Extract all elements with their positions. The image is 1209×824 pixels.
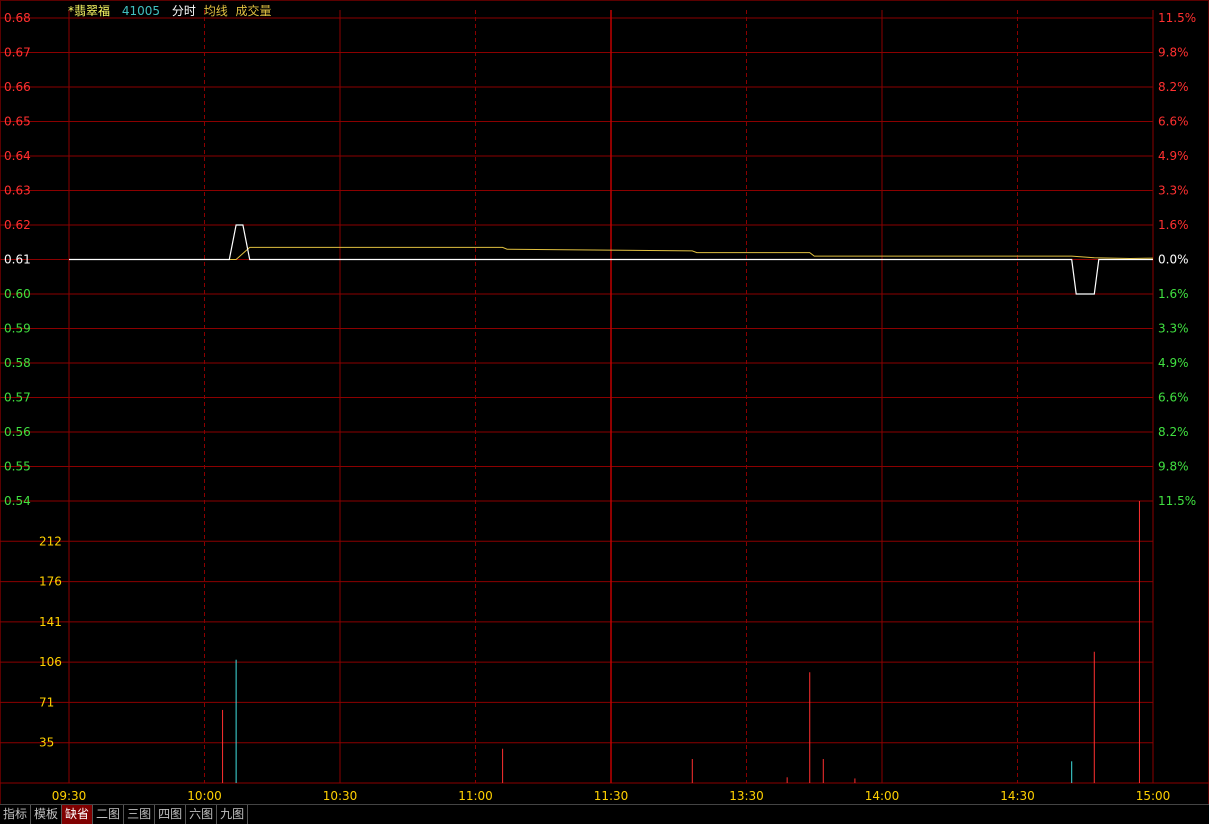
percent-tick-label: 1.6% (1158, 218, 1189, 232)
tab-three-panes[interactable]: 三图 (124, 805, 156, 824)
volume-tick-label: 212 (39, 534, 62, 548)
percent-tick-label: 4.9% (1158, 356, 1189, 370)
price-tick-label: 0.66 (4, 80, 31, 94)
price-tick-label: 0.61 (4, 253, 31, 267)
intraday-chart[interactable]: 0.68 11.5% 0.67 9.8% 0.66 8.2% 0.65 6.6% 0.64 4.9… (0, 0, 1209, 804)
view-tab-bar: 指标 模板 缺省 二图 三图 四图 六图 九图 (0, 804, 1209, 824)
percent-tick-label: 3.3% (1158, 184, 1189, 198)
volume-tick-label: 35 (39, 736, 54, 750)
time-tick-label: 11:00 (458, 789, 493, 803)
percent-tick-label: 8.2% (1158, 80, 1189, 94)
percent-tick-label: 8.2% (1158, 425, 1189, 439)
percent-tick-label: 3.3% (1158, 322, 1189, 336)
time-tick-label: 13:30 (729, 789, 764, 803)
label-volume: 成交量 (235, 4, 272, 18)
price-tick-label: 0.60 (4, 287, 31, 301)
time-tick-label: 14:30 (1000, 789, 1035, 803)
percent-tick-label: 11.5% (1158, 11, 1196, 25)
price-tick-label: 0.65 (4, 115, 31, 129)
price-tick-label: 0.63 (4, 184, 31, 198)
price-tick-label: 0.67 (4, 46, 31, 60)
time-tick-label: 09:30 (52, 789, 87, 803)
price-tick-label: 0.59 (4, 322, 31, 336)
label-intraday: 分时 (171, 4, 196, 18)
label-avg-line: 均线 (203, 4, 228, 18)
price-tick-label: 0.62 (4, 218, 31, 232)
tab-four-panes[interactable]: 四图 (155, 805, 187, 824)
volume-tick-label: 71 (39, 695, 54, 709)
time-tick-label: 14:00 (865, 789, 900, 803)
tab-indicator[interactable]: 指标 (0, 805, 32, 824)
percent-tick-label: 4.9% (1158, 149, 1189, 163)
tab-default[interactable]: 缺省 (62, 805, 94, 824)
percent-tick-label: 1.6% (1158, 287, 1189, 301)
price-tick-label: 0.68 (4, 11, 31, 25)
time-tick-label: 15:00 (1136, 789, 1171, 803)
price-tick-label: 0.57 (4, 391, 31, 405)
tab-six-panes[interactable]: 六图 (186, 805, 218, 824)
price-tick-label: 0.56 (4, 425, 31, 439)
volume-tick-label: 141 (39, 615, 62, 629)
time-tick-label: 10:30 (323, 789, 358, 803)
volume-tick-label: 176 (39, 575, 62, 589)
price-tick-label: 0.64 (4, 149, 31, 163)
percent-tick-label: 0.0% (1158, 253, 1189, 267)
percent-tick-label: 11.5% (1158, 494, 1196, 508)
tab-nine-panes[interactable]: 九图 (217, 805, 249, 824)
price-tick-label: 0.58 (4, 356, 31, 370)
percent-tick-label: 6.6% (1158, 391, 1189, 405)
tab-two-panes[interactable]: 二图 (93, 805, 125, 824)
stock-code: 41005 (121, 4, 161, 18)
time-tick-label: 11:30 (594, 789, 629, 803)
percent-tick-label: 9.8% (1158, 460, 1189, 474)
time-tick-label: 10:00 (187, 789, 222, 803)
volume-tick-label: 106 (39, 655, 62, 669)
price-tick-label: 0.55 (4, 460, 31, 474)
percent-tick-label: 6.6% (1158, 115, 1189, 129)
chart-header: *翡翠福 41005 分时 均线 成交量 (68, 2, 280, 19)
stock-name: *翡翠福 (68, 4, 111, 18)
price-tick-label: 0.54 (4, 494, 31, 508)
tab-template[interactable]: 模板 (31, 805, 63, 824)
percent-tick-label: 9.8% (1158, 46, 1189, 60)
